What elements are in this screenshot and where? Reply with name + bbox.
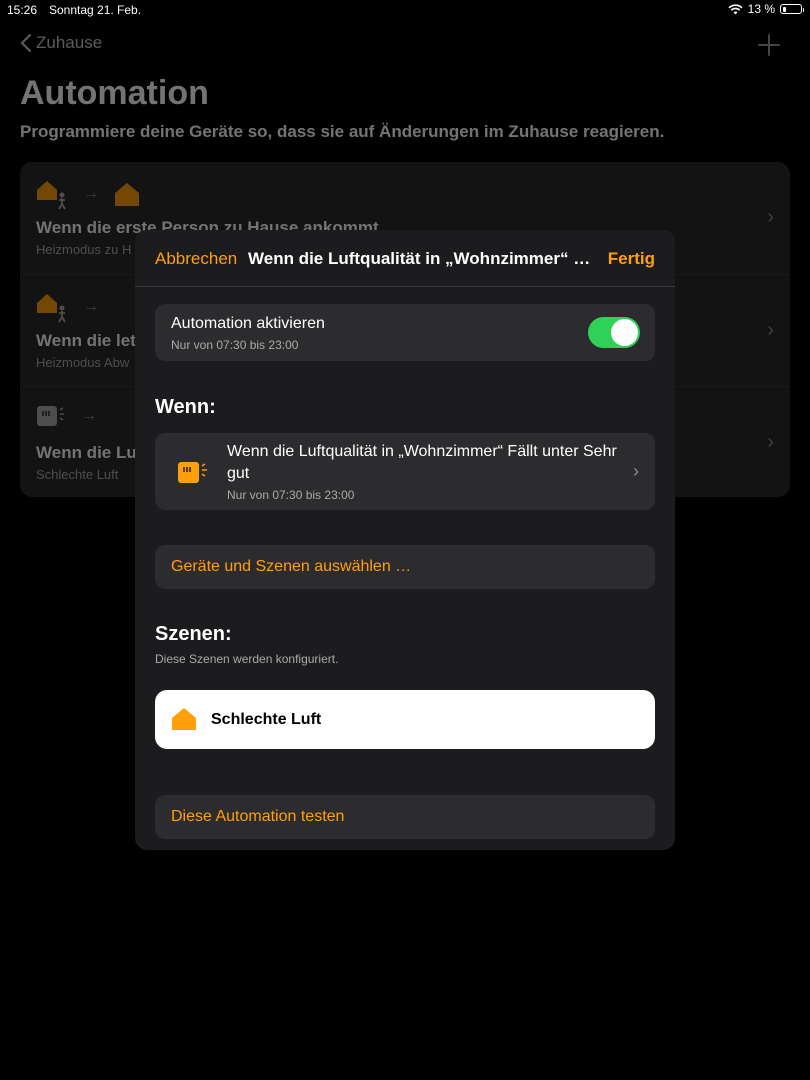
- air-sensor-icon: [178, 462, 207, 483]
- enable-automation-row: Automation aktivieren Nur von 07:30 bis …: [155, 304, 655, 361]
- select-devices-label: Geräte und Szenen auswählen …: [171, 558, 412, 575]
- back-button[interactable]: Zuhause: [20, 33, 102, 53]
- sheet-title: Wenn die Luftqualität in „Wohnzimmer“ Fä…: [248, 249, 600, 268]
- chevron-right-icon: ›: [767, 431, 774, 453]
- row-icons: →: [35, 291, 99, 323]
- trigger-row[interactable]: Wenn die Luftqualität in „Wohnzimmer“ Fä…: [155, 433, 655, 510]
- cancel-button[interactable]: Abbrechen: [155, 249, 237, 269]
- row-icons: →: [35, 178, 141, 210]
- row-icons: →: [35, 403, 97, 429]
- toggle-knob: [611, 319, 638, 346]
- chevron-right-icon: ›: [633, 461, 639, 481]
- test-automation-label: Diese Automation testen: [171, 808, 345, 825]
- enable-automation-label: Automation aktivieren: [171, 315, 325, 332]
- home-person-icon: [37, 181, 66, 210]
- arrow-icon: →: [83, 298, 99, 315]
- scenes-heading: Szenen:: [155, 623, 232, 645]
- home-icon: [115, 183, 139, 206]
- sheet-header: Abbrechen Wenn die Luftqualität in „Wohn…: [135, 230, 675, 287]
- plus-icon[interactable]: [758, 34, 780, 56]
- trigger-text: Wenn die Luftqualität in „Wohnzimmer“ Fä…: [227, 443, 617, 482]
- page-subtitle: Programmiere deine Geräte so, dass sie a…: [20, 122, 665, 141]
- automation-subtitle: Schlechte Luft: [36, 467, 119, 482]
- automation-subtitle: Heizmodus Abw: [36, 355, 130, 370]
- scene-label: Schlechte Luft: [211, 711, 322, 728]
- automation-detail-sheet: Abbrechen Wenn die Luftqualität in „Wohn…: [135, 230, 675, 850]
- automation-subtitle: Heizmodus zu H: [36, 242, 132, 257]
- chevron-left-icon: [20, 33, 32, 53]
- enable-automation-toggle[interactable]: [588, 317, 640, 348]
- back-label: Zuhause: [36, 33, 103, 52]
- select-devices-button[interactable]: Geräte und Szenen auswählen …: [155, 545, 655, 589]
- enable-automation-time: Nur von 07:30 bis 23:00: [171, 338, 299, 352]
- automation-title: Wenn die Luf: [36, 443, 143, 462]
- automation-title: Wenn die let: [36, 331, 136, 350]
- air-sensor-icon: [37, 406, 64, 426]
- done-button[interactable]: Fertig: [608, 249, 655, 269]
- scenes-subtitle: Diese Szenen werden konfiguriert.: [155, 652, 339, 666]
- when-heading: Wenn:: [155, 396, 216, 418]
- scene-tile[interactable]: Schlechte Luft: [155, 690, 655, 749]
- test-automation-button[interactable]: Diese Automation testen: [155, 795, 655, 839]
- arrow-icon: →: [83, 185, 99, 202]
- home-icon: [172, 708, 196, 730]
- chevron-right-icon: ›: [767, 206, 774, 228]
- arrow-icon: →: [81, 407, 97, 424]
- trigger-time: Nur von 07:30 bis 23:00: [227, 488, 355, 502]
- page-title: Automation: [20, 74, 209, 112]
- chevron-right-icon: ›: [767, 319, 774, 341]
- home-person-icon: [37, 294, 66, 323]
